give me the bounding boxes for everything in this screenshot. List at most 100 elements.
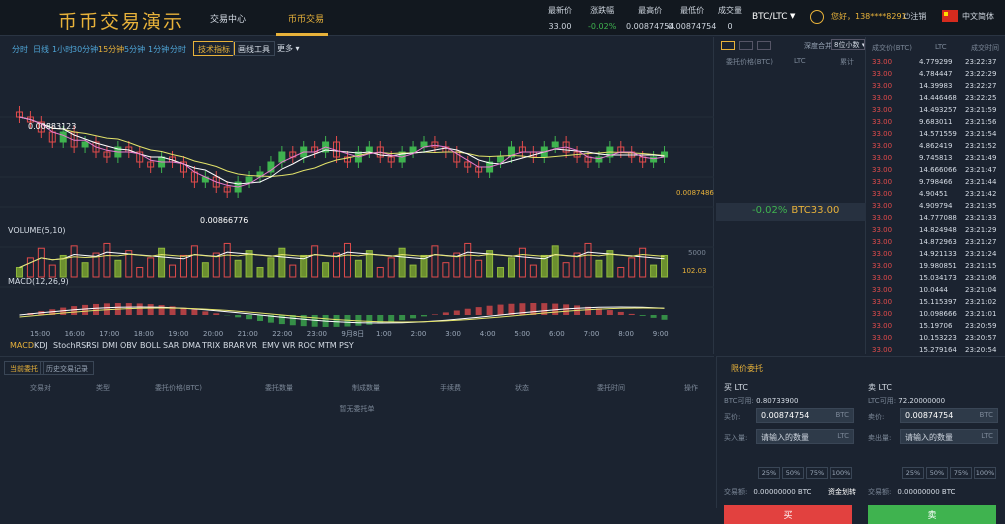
pair-selector[interactable]: BTC/LTC xyxy=(752,12,788,22)
sell-title: 卖 LTC xyxy=(868,382,892,393)
indicator-brar[interactable]: BRAR xyxy=(223,341,245,350)
sell-avail-value: 72.20000000 xyxy=(898,397,945,405)
trade-time: 23:21:35 xyxy=(965,202,996,210)
sell-pct-50[interactable]: 50% xyxy=(926,467,948,479)
nav-trade-center[interactable]: 交易中心 xyxy=(210,12,246,25)
indicator-wr[interactable]: WR xyxy=(282,341,295,350)
nav-coin-trading[interactable]: 币币交易 xyxy=(288,12,324,25)
volume-bar xyxy=(191,246,197,277)
indicator-kdj[interactable]: KDJ xyxy=(34,341,48,350)
trade-price: 33.00 xyxy=(872,130,892,138)
sell-qty-input[interactable]: 请输入的数量LTC xyxy=(900,429,998,444)
macd-bar xyxy=(421,315,427,316)
mid-price: -0.02%BTC33.00 xyxy=(752,205,839,216)
indicator-psy[interactable]: PSY xyxy=(339,341,354,350)
user-greeting[interactable]: 您好，138****8291 xyxy=(831,11,907,22)
indicator-dma[interactable]: DMA xyxy=(182,341,201,350)
depth-select[interactable]: 8位小数 ▾ xyxy=(831,39,865,50)
book-buy-icon[interactable] xyxy=(739,41,753,50)
trade-time: 23:21:42 xyxy=(965,190,996,198)
indicator-sar[interactable]: SAR xyxy=(163,341,179,350)
sell-avail-label: LTC可用: xyxy=(868,397,896,405)
period-time[interactable]: 分时 xyxy=(12,44,28,55)
sell-qty-unit: LTC xyxy=(981,432,993,440)
book-sell-icon[interactable] xyxy=(757,41,771,50)
kline-chart[interactable]: 0.00883123 0.00866776 0.0087486 VOLUME(5… xyxy=(0,57,714,340)
nav-active-indicator xyxy=(276,33,328,36)
indicator-mtm[interactable]: MTM xyxy=(318,341,337,350)
period-day[interactable]: 日线 xyxy=(33,44,49,55)
volume-bar xyxy=(27,258,33,277)
indicator-dmi[interactable]: DMI xyxy=(102,341,117,350)
china-flag-icon[interactable] xyxy=(942,10,958,22)
user-avatar-icon[interactable] xyxy=(810,10,824,24)
sell-pct-75[interactable]: 75% xyxy=(950,467,972,479)
indicator-boll[interactable]: BOLL xyxy=(140,341,161,350)
indicator-obv[interactable]: OBV xyxy=(120,341,137,350)
stat-value: -0.02% xyxy=(588,22,616,31)
buy-title: 买 LTC xyxy=(724,382,748,393)
indicator-trix[interactable]: TRIX xyxy=(202,341,220,350)
transfer-link[interactable]: 资金划转 xyxy=(828,487,856,497)
more-button[interactable]: 更多 ▾ xyxy=(273,41,304,56)
tab-order-history[interactable]: 历史交易记录 xyxy=(40,361,94,375)
period-15m[interactable]: 15分钟 xyxy=(98,44,124,55)
buy-qty-input[interactable]: 请输入的数量LTC xyxy=(756,429,854,444)
x-tick-label: 5:00 xyxy=(514,330,530,338)
trade-time: 23:21:27 xyxy=(965,238,996,246)
volume-bar xyxy=(202,263,208,277)
period-5m[interactable]: 5分钟 xyxy=(124,44,145,55)
macd-bar xyxy=(487,306,493,315)
x-tick-label: 16:00 xyxy=(65,330,85,338)
sell-price-input[interactable]: 0.00874754BTC xyxy=(900,408,998,423)
tab-limit-order[interactable]: 限价委托 xyxy=(731,363,763,374)
app-logo[interactable]: 币币交易演示 xyxy=(58,7,184,34)
macd-bar xyxy=(498,305,504,315)
indicator-stochrsi[interactable]: StochRSI xyxy=(53,341,89,350)
x-tick-label: 4:00 xyxy=(480,330,496,338)
buy-pct-75[interactable]: 75% xyxy=(806,467,828,479)
buy-avail-value: 0.80733900 xyxy=(756,397,798,405)
indicator-rsi[interactable]: RSI xyxy=(86,341,99,350)
indicator-vr[interactable]: VR xyxy=(246,341,257,350)
volume-bar xyxy=(399,248,405,277)
indicator-macd[interactable]: MACD xyxy=(10,341,34,350)
language-selector[interactable]: 中文简体 xyxy=(962,11,994,22)
tab-current-orders[interactable]: 当前委托 xyxy=(4,361,44,375)
book-both-icon[interactable] xyxy=(721,41,735,50)
stat-change: 涨跌幅-0.02% xyxy=(588,5,616,31)
trade-price: 33.00 xyxy=(872,202,892,210)
sell-pct-25[interactable]: 25% xyxy=(902,467,924,479)
buy-pct-50[interactable]: 50% xyxy=(782,467,804,479)
period-1h[interactable]: 1小时 xyxy=(52,44,73,55)
buy-pct-25[interactable]: 25% xyxy=(758,467,780,479)
trade-amount: 10.0444 xyxy=(919,286,948,294)
volume-bar xyxy=(651,265,657,277)
volume-bar xyxy=(137,268,143,278)
trade-price: 33.00 xyxy=(872,94,892,102)
sell-pct-100[interactable]: 100% xyxy=(974,467,996,479)
tech-indicator-button[interactable]: 技术指标 xyxy=(193,41,235,56)
macd-label: MACD(12,26,9) xyxy=(8,277,69,286)
period-30m[interactable]: 30分钟 xyxy=(72,44,98,55)
period-1m[interactable]: 1分钟 xyxy=(148,44,169,55)
indicator-roc[interactable]: ROC xyxy=(298,341,315,350)
buy-total-label: 交易额: xyxy=(724,488,747,496)
draw-tool-button[interactable]: 画线工具 xyxy=(233,41,275,56)
volume-bar xyxy=(377,268,383,278)
trade-price: 33.00 xyxy=(872,274,892,282)
volume-bar xyxy=(235,260,241,277)
trade-row: 33.009.68301123:21:56 xyxy=(867,117,1005,129)
period-line[interactable]: 分时 xyxy=(170,44,186,55)
sell-price-value: 0.00874754 xyxy=(905,411,953,420)
book-header-price: 委托价格(BTC) xyxy=(726,57,773,67)
limit-order-form: 限价委托 买 LTC BTC可用: 0.80733900 买价: 0.00874… xyxy=(716,356,1005,508)
buy-price-input[interactable]: 0.00874754BTC xyxy=(756,408,854,423)
buy-pct-100[interactable]: 100% xyxy=(830,467,852,479)
indicator-emv[interactable]: EMV xyxy=(262,341,279,350)
volume-bar xyxy=(410,265,416,277)
x-tick-label: 18:00 xyxy=(134,330,154,338)
trade-amount: 14.446468 xyxy=(919,94,957,102)
logout-button[interactable]: ⏻注销 xyxy=(904,11,926,22)
caret-down-icon[interactable]: ▼ xyxy=(790,12,795,20)
